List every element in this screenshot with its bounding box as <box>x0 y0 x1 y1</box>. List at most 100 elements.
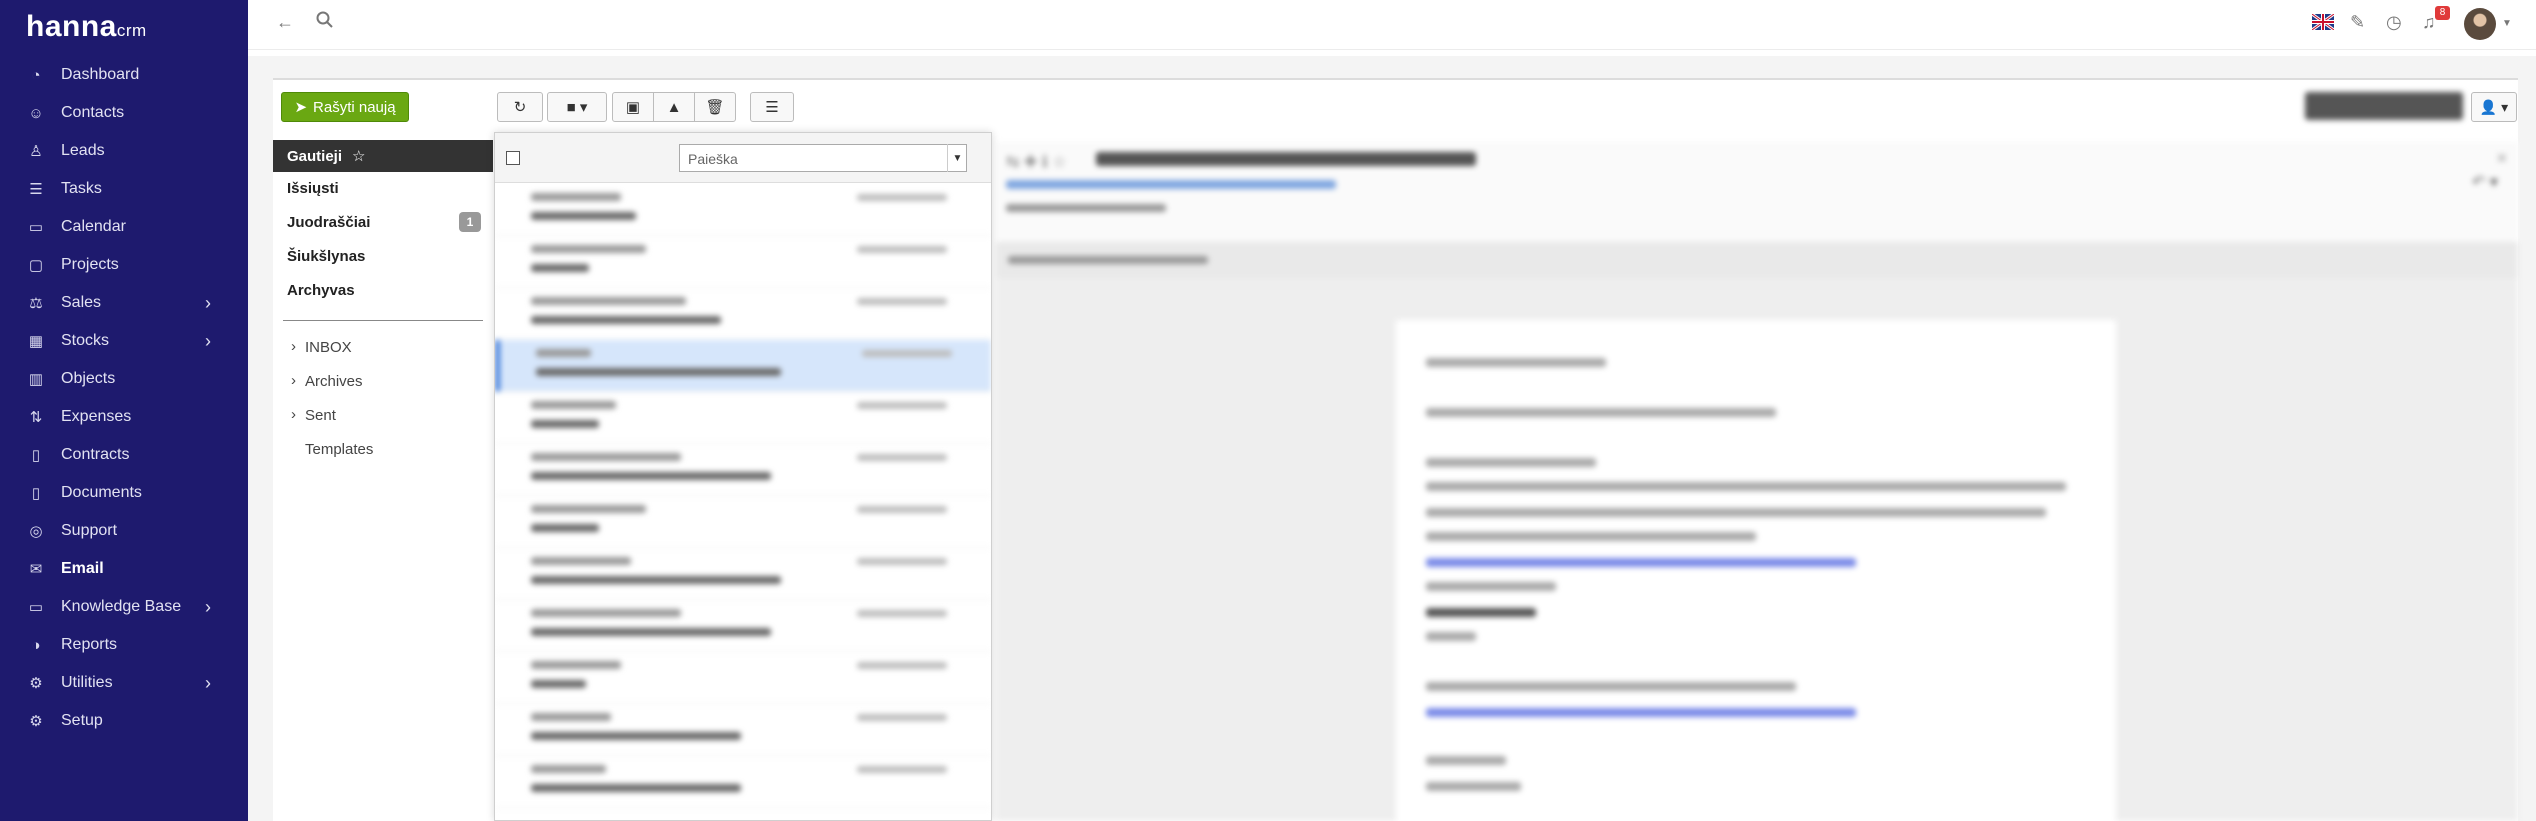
chevron-right-icon[interactable]: › <box>205 673 211 694</box>
sidebar-item-dashboard[interactable]: ◔ Dashboard <box>0 56 248 94</box>
move-folder-button[interactable]: ■ ▾ <box>547 92 607 122</box>
message-date <box>857 194 947 201</box>
warning-icon: ▲ <box>666 98 682 116</box>
message-row[interactable] <box>495 392 991 444</box>
sidebar-item-knowledge-base[interactable]: ▭ Knowledge Base › <box>0 588 248 626</box>
message-date <box>857 402 947 409</box>
message-from <box>531 713 611 721</box>
message-row[interactable] <box>495 340 991 392</box>
sidebar-item-email[interactable]: ✉ Email <box>0 550 248 588</box>
support-icon: ◎ <box>29 523 43 540</box>
reports-icon: ◑ <box>31 636 41 654</box>
delete-button[interactable]: 🗑 <box>694 92 736 122</box>
objects-icon: ▥ <box>28 371 44 388</box>
message-header: ⇆ ✚ ℹ ☆ ↶ ▾ ✕ <box>996 142 2518 242</box>
star-icon[interactable]: ☆ <box>352 147 365 165</box>
folder-sent[interactable]: Išsiųsti <box>287 180 339 197</box>
avatar-chevron-down-icon[interactable]: ▼ <box>2502 18 2512 29</box>
folder-drafts[interactable]: Juodraščiai <box>287 214 370 231</box>
archive-button[interactable]: ▣ <box>612 92 654 122</box>
sidebar-item-setup[interactable]: ⚙ Setup <box>0 702 248 740</box>
sidebar-item-stocks[interactable]: ▦ Stocks › <box>0 322 248 360</box>
message-subject <box>531 784 741 792</box>
chevron-right-icon[interactable]: › <box>205 597 211 618</box>
logo[interactable]: hannacrm <box>26 10 147 44</box>
sidebar-item-reports[interactable]: ◑ Reports <box>0 626 248 664</box>
imap-archives-chevron-icon[interactable]: › <box>291 372 296 389</box>
back-arrow-icon[interactable]: ← <box>276 12 294 33</box>
spam-button[interactable]: ▲ <box>653 92 695 122</box>
message-row[interactable] <box>495 600 991 652</box>
imap-sent[interactable]: Sent <box>305 407 336 424</box>
message-actions-icon[interactable]: ⇆ ✚ ℹ ☆ <box>1006 152 1067 172</box>
message-subject <box>531 628 771 636</box>
folder-archive[interactable]: Archyvas <box>287 282 355 299</box>
lead-icon: ♙ <box>29 143 43 160</box>
close-icon[interactable]: ✕ <box>2496 150 2508 167</box>
folder-trash[interactable]: Šiukšlynas <box>287 248 365 265</box>
folder-divider <box>283 320 483 321</box>
sidebar-item-contacts[interactable]: ☺ Contacts <box>0 94 248 132</box>
sidebar-item-objects[interactable]: ▥ Objects <box>0 360 248 398</box>
user-menu-button[interactable]: 👤 ▾ <box>2471 92 2517 122</box>
compose-button[interactable]: ➤ Rašyti naują <box>281 92 409 122</box>
message-row[interactable] <box>495 756 991 808</box>
attachment-info[interactable] <box>1008 256 1208 264</box>
message-row[interactable] <box>495 652 991 704</box>
message-link[interactable] <box>1426 558 1856 567</box>
message-row[interactable] <box>495 444 991 496</box>
message-list-panel: Paieška ▼ <box>494 132 992 821</box>
message-subject <box>531 264 589 272</box>
attachment-bar <box>996 242 2518 278</box>
refresh-button[interactable]: ↻ <box>497 92 543 122</box>
imap-inbox[interactable]: INBOX <box>305 339 352 356</box>
message-row[interactable] <box>495 184 991 236</box>
clock-icon[interactable]: ◷ <box>2386 12 2402 33</box>
account-selector[interactable] <box>2305 92 2463 120</box>
folder-inbox[interactable]: Gautieji ☆ <box>273 140 493 172</box>
sidebar-item-label: Stocks <box>61 332 110 349</box>
documents-icon: ▯ <box>31 485 41 502</box>
compose-label: Rašyti naują <box>313 98 396 116</box>
chevron-right-icon[interactable]: › <box>205 331 211 352</box>
search-icon[interactable] <box>316 11 334 34</box>
message-row[interactable] <box>495 496 991 548</box>
sidebar-item-sales[interactable]: ⚖ Sales › <box>0 284 248 322</box>
message-from <box>531 505 646 513</box>
message-row[interactable] <box>495 288 991 340</box>
message-row[interactable] <box>495 236 991 288</box>
uk-flag-icon[interactable] <box>2311 12 2335 35</box>
imap-inbox-chevron-icon[interactable]: › <box>291 338 296 355</box>
sidebar-item-leads[interactable]: ♙ Leads <box>0 132 248 170</box>
imap-sent-chevron-icon[interactable]: › <box>291 406 296 423</box>
imap-archives[interactable]: Archives <box>305 373 363 390</box>
bell-icon[interactable]: ♫ <box>2422 12 2436 33</box>
sidebar-item-label: Contacts <box>61 104 125 121</box>
sidebar-item-expenses[interactable]: ⇅ Expenses <box>0 398 248 436</box>
contracts-icon: ▯ <box>31 447 41 464</box>
message-row[interactable] <box>495 548 991 600</box>
search-options-chevron-down-icon[interactable]: ▼ <box>947 144 967 172</box>
chevron-right-icon[interactable]: › <box>205 293 211 314</box>
message-link[interactable] <box>1426 708 1856 717</box>
message-date <box>857 662 947 669</box>
sidebar-item-label: Calendar <box>61 218 126 235</box>
message-from <box>531 245 646 253</box>
menu-button[interactable]: ☰ <box>750 92 794 122</box>
message-date <box>862 350 952 357</box>
sidebar-item-utilities[interactable]: ⚙ Utilities › <box>0 664 248 702</box>
sidebar-item-label: Reports <box>61 636 118 653</box>
reply-icon[interactable]: ↶ ▾ <box>2472 172 2498 192</box>
sidebar-item-contracts[interactable]: ▯ Contracts <box>0 436 248 474</box>
message-row[interactable] <box>495 704 991 756</box>
sidebar-item-calendar[interactable]: ▭ Calendar <box>0 208 248 246</box>
pin-icon[interactable]: ✎ <box>2350 12 2365 33</box>
imap-templates[interactable]: Templates <box>305 441 373 458</box>
sidebar-item-projects[interactable]: ▢ Projects <box>0 246 248 284</box>
user-avatar[interactable] <box>2464 8 2496 40</box>
select-all-checkbox[interactable] <box>506 151 520 165</box>
search-input[interactable]: Paieška <box>679 144 967 172</box>
sidebar-item-documents[interactable]: ▯ Documents <box>0 474 248 512</box>
sidebar-item-tasks[interactable]: ☰ Tasks <box>0 170 248 208</box>
sidebar-item-support[interactable]: ◎ Support <box>0 512 248 550</box>
